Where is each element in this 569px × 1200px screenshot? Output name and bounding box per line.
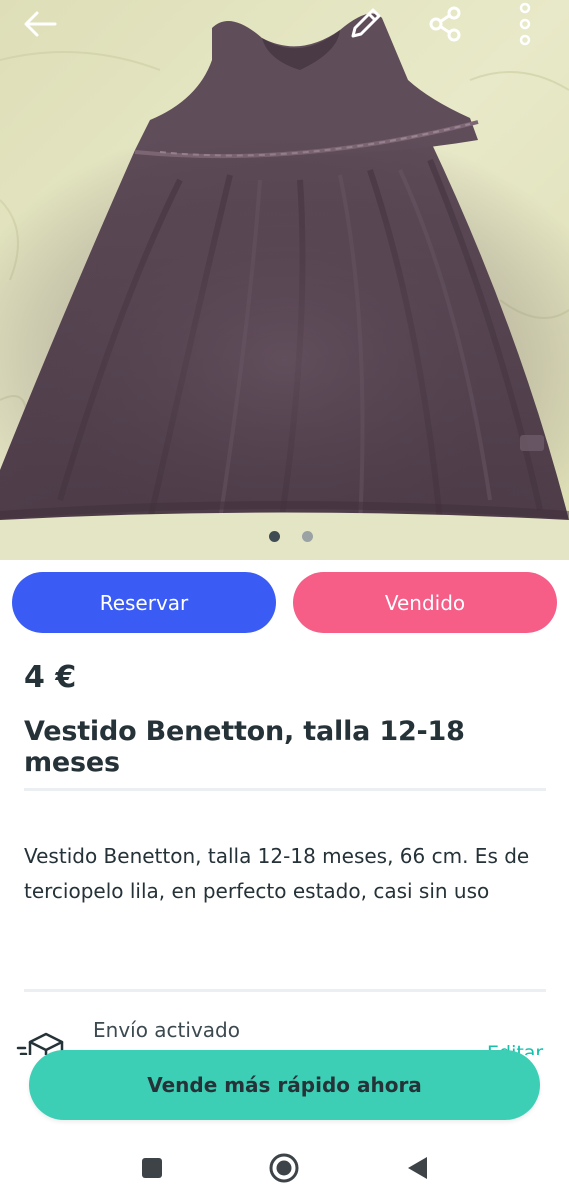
square-icon <box>142 1158 162 1178</box>
gallery-pagination <box>0 531 569 542</box>
gallery-dot-active[interactable] <box>268 531 280 542</box>
circle-icon <box>269 1153 299 1183</box>
pencil-icon <box>351 8 381 38</box>
product-photo-gallery[interactable] <box>0 0 569 560</box>
shipping-row: Envío activado Editar <box>0 1010 569 1055</box>
divider <box>24 788 546 791</box>
listing-actions: Reservar Vendido <box>12 572 557 633</box>
item-price: 4 € <box>24 660 77 695</box>
edit-button[interactable] <box>343 4 387 44</box>
more-vertical-icon <box>519 2 531 46</box>
shipping-status-label: Envío activado <box>93 1018 240 1042</box>
more-options-button[interactable] <box>503 2 547 46</box>
share-icon <box>429 6 461 42</box>
photo-toolbar <box>0 0 569 50</box>
share-button[interactable] <box>424 4 468 44</box>
sold-button[interactable]: Vendido <box>293 572 557 633</box>
recents-button[interactable] <box>134 1150 170 1186</box>
divider <box>24 989 546 992</box>
sell-faster-button[interactable]: Vende más rápido ahora <box>29 1050 540 1120</box>
gallery-dot[interactable] <box>301 531 313 542</box>
triangle-back-icon <box>408 1157 427 1179</box>
reserve-button[interactable]: Reservar <box>12 572 276 633</box>
system-navigation-bar <box>0 1130 569 1200</box>
product-photo <box>0 0 569 560</box>
home-button[interactable] <box>266 1150 302 1186</box>
item-title: Vestido Benetton, talla 12-18 meses <box>24 716 465 778</box>
arrow-left-icon <box>24 11 57 37</box>
back-button[interactable] <box>18 4 62 44</box>
item-description: Vestido Benetton, talla 12-18 meses, 66 … <box>24 844 530 903</box>
system-back-button[interactable] <box>399 1150 435 1186</box>
